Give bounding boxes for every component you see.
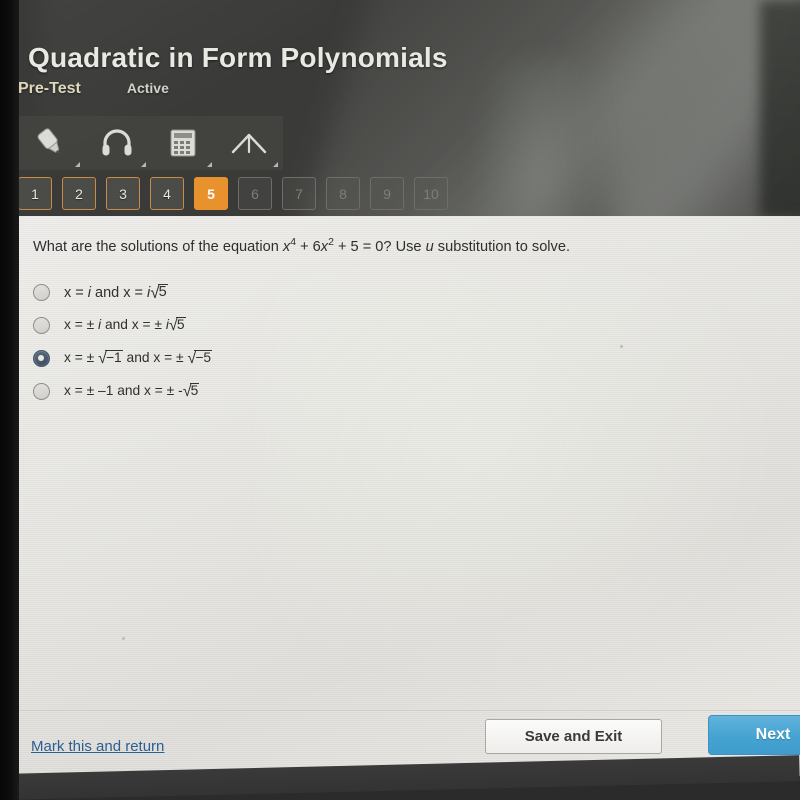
screen-glare bbox=[760, 0, 800, 218]
calculator-icon bbox=[170, 129, 196, 157]
read-aloud-tool-button[interactable] bbox=[84, 116, 150, 170]
tool-toolbar bbox=[18, 116, 283, 170]
opt-d-radicand: 5 bbox=[189, 383, 200, 399]
opt-d-conj: and x = ± - bbox=[113, 383, 183, 399]
answer-option-b[interactable]: x = ± i and x = ± i√5 bbox=[33, 309, 653, 342]
answer-option-b-label: x = ± i and x = ± i√5 bbox=[64, 316, 186, 335]
opt-c-conj: and x = ± bbox=[122, 350, 188, 366]
question-button-7: 7 bbox=[282, 177, 316, 210]
question-button-10: 10 bbox=[414, 177, 448, 210]
answer-option-d[interactable]: x = ± –1 and x = ± -√5 bbox=[33, 375, 653, 408]
opt-c-lead: x = ± bbox=[64, 350, 99, 366]
question-button-4[interactable]: 4 bbox=[150, 177, 184, 210]
dust-speck bbox=[122, 637, 125, 640]
opt-c-radical-2: √−5 bbox=[187, 349, 213, 368]
question-button-9: 9 bbox=[370, 177, 404, 210]
answer-options-group: x = i and x = i√5 x = ± i and x = ± i√5 … bbox=[33, 276, 653, 408]
opt-b-conj: and x = ± bbox=[101, 317, 166, 333]
page-title: Quadratic in Form Polynomials bbox=[28, 42, 448, 73]
answer-option-a-label: x = i and x = i√5 bbox=[64, 283, 168, 303]
opt-a-lead: x = bbox=[64, 284, 88, 301]
opt-d-radical: √5 bbox=[183, 382, 200, 401]
screen-glare bbox=[470, 60, 610, 218]
opt-b-lead: x = ± bbox=[64, 317, 99, 333]
question-button-6: 6 bbox=[238, 177, 272, 210]
question-button-5[interactable]: 5 bbox=[194, 177, 228, 210]
opt-a-radical: √5 bbox=[150, 283, 168, 303]
highlighter-tool-button[interactable] bbox=[18, 116, 84, 170]
answer-option-d-label: x = ± –1 and x = ± -√5 bbox=[64, 382, 200, 401]
question-mid2: + 5 = 0? Use bbox=[333, 238, 426, 255]
answer-option-c-label: x = ± √−1 and x = ± √−5 bbox=[64, 349, 213, 368]
next-button[interactable]: Next bbox=[708, 715, 800, 755]
assignment-type-label: Pre-Test bbox=[18, 80, 81, 97]
highlighter-icon bbox=[37, 128, 60, 155]
mark-this-and-return-link[interactable]: Mark this and return bbox=[31, 738, 164, 755]
opt-a-conj: and x = bbox=[91, 284, 148, 301]
opt-b-radicand: 5 bbox=[175, 317, 186, 333]
radio-button-d[interactable] bbox=[33, 383, 50, 400]
question-button-8: 8 bbox=[326, 177, 360, 210]
question-prefix: What are the solutions of the equation bbox=[33, 238, 283, 255]
opt-c-radicand-1: −1 bbox=[104, 350, 123, 366]
tool-menu-caret-icon bbox=[75, 162, 80, 167]
footer-divider bbox=[19, 710, 800, 711]
question-mid1: + 6 bbox=[296, 238, 321, 255]
question-content-panel: What are the solutions of the equation x… bbox=[19, 216, 800, 776]
assignment-meta: Pre-Test Active bbox=[18, 80, 169, 98]
question-stem: What are the solutions of the equation x… bbox=[33, 236, 763, 257]
protractor-tool-button[interactable] bbox=[216, 116, 282, 170]
opt-d-lead: x = ± –1 bbox=[64, 383, 114, 399]
answer-option-c[interactable]: x = ± √−1 and x = ± √−5 bbox=[33, 342, 653, 375]
question-button-2[interactable]: 2 bbox=[62, 177, 96, 210]
tool-menu-caret-icon bbox=[273, 162, 278, 167]
status-badge: Active bbox=[126, 80, 169, 96]
save-and-exit-button[interactable]: Save and Exit bbox=[485, 719, 662, 754]
opt-c-radical-1: √−1 bbox=[98, 349, 123, 368]
device-bezel-left bbox=[0, 0, 19, 800]
photographed-screen: Quadratic in Form Polynomials Pre-Test A… bbox=[0, 0, 800, 800]
tool-menu-caret-icon bbox=[207, 162, 212, 167]
answer-option-a[interactable]: x = i and x = i√5 bbox=[33, 276, 653, 309]
question-term2-base: x bbox=[320, 238, 329, 255]
calculator-tool-button[interactable] bbox=[150, 116, 216, 170]
dust-speck bbox=[620, 345, 623, 348]
headphones-icon bbox=[102, 129, 132, 156]
radio-button-c[interactable] bbox=[33, 350, 50, 367]
question-suffix: substitution to solve. bbox=[433, 238, 571, 255]
question-variable: u bbox=[425, 238, 434, 255]
question-button-1[interactable]: 1 bbox=[18, 177, 52, 210]
question-number-nav: 1 2 3 4 5 6 7 8 9 10 bbox=[18, 177, 448, 211]
tool-menu-caret-icon bbox=[141, 162, 146, 167]
radio-button-a[interactable] bbox=[33, 284, 50, 301]
protractor-icon bbox=[231, 133, 267, 154]
opt-c-radicand-2: −5 bbox=[194, 350, 213, 366]
opt-a-radicand: 5 bbox=[157, 284, 168, 301]
question-button-3[interactable]: 3 bbox=[106, 177, 140, 210]
radio-button-b[interactable] bbox=[33, 317, 50, 334]
opt-b-radical: √5 bbox=[169, 316, 186, 335]
